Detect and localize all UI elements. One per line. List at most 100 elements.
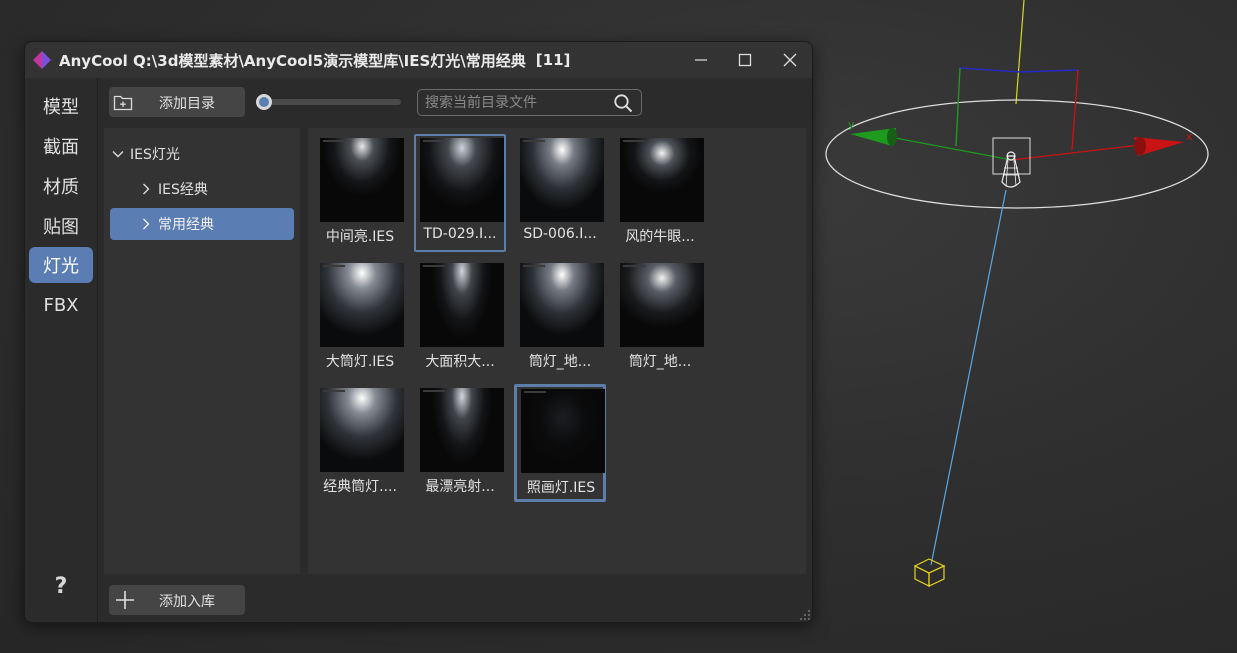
- ies-preview-thumbnail: [521, 389, 605, 473]
- z-axis-line: [1015, 0, 1025, 105]
- ies-file-tile[interactable]: 照画灯.IES: [514, 384, 606, 502]
- title-bar[interactable]: AnyCool Q:\3d模型素材\AnyCool5演示模型库\IES灯光\常用…: [25, 42, 812, 78]
- ies-file-name: SD-006.I...: [523, 226, 597, 242]
- ies-file-tile[interactable]: 大面积大...: [414, 259, 506, 377]
- sidebar-item-light[interactable]: 灯光: [29, 247, 93, 283]
- tree-item-ies-classic[interactable]: IES经典: [140, 173, 292, 205]
- add-to-library-button[interactable]: 添加入库: [109, 585, 245, 615]
- maximize-icon: [738, 53, 752, 67]
- tree-item-label: IES灯光: [130, 147, 180, 163]
- anycool-window: AnyCool Q:\3d模型素材\AnyCool5演示模型库\IES灯光\常用…: [24, 41, 813, 623]
- search-icon[interactable]: [613, 93, 633, 113]
- panel-splitter[interactable]: [300, 128, 308, 574]
- tree-item-ies-lights[interactable]: IES灯光: [112, 138, 292, 170]
- light-beam-preview: [520, 138, 604, 222]
- y-axis-line: [889, 136, 1013, 161]
- ies-file-name: 大面积大...: [425, 354, 495, 370]
- light-target-line: [930, 189, 1007, 566]
- light-beam-preview: [320, 388, 404, 472]
- spot-light-icon[interactable]: [1001, 151, 1021, 188]
- thumbnail-header-mark: [523, 140, 545, 142]
- x-axis-arrow-base: [1134, 137, 1146, 155]
- sidebar-item-material[interactable]: 材质: [29, 168, 93, 204]
- window-title: AnyCool Q:\3d模型素材\AnyCool5演示模型库\IES灯光\常用…: [59, 51, 526, 70]
- thumbnail-size-slider[interactable]: [259, 99, 401, 105]
- anycool-logo-icon: [33, 51, 51, 69]
- plus-icon: [116, 591, 134, 609]
- gizmo-frame-green: [955, 67, 961, 147]
- light-beam-preview: [620, 138, 704, 222]
- ies-preview-thumbnail: [520, 263, 604, 347]
- thumbnail-header-mark: [323, 265, 345, 267]
- ies-file-tile[interactable]: TD-029.I...: [414, 134, 506, 252]
- add-directory-button[interactable]: 添加目录: [109, 87, 245, 117]
- close-icon: [783, 53, 797, 67]
- ies-preview-thumbnail: [620, 138, 704, 222]
- slider-handle[interactable]: [256, 94, 272, 110]
- thumbnail-header-mark: [623, 140, 645, 142]
- ies-file-tile[interactable]: 筒灯_地...: [614, 259, 706, 377]
- chevron-down-icon: [112, 151, 124, 158]
- help-button[interactable]: ?: [49, 574, 73, 599]
- ies-file-tile[interactable]: 筒灯_地...: [514, 259, 606, 377]
- sidebar-item-fbx[interactable]: FBX: [29, 287, 93, 323]
- search-input[interactable]: [425, 93, 605, 113]
- thumbnail-header-mark: [623, 265, 645, 267]
- light-beam-preview: [320, 138, 404, 222]
- gear-icon[interactable]: [49, 621, 71, 623]
- ies-file-name: 筒灯_地...: [628, 354, 692, 370]
- ies-preview-thumbnail: [320, 263, 404, 347]
- light-beam-preview: [521, 389, 605, 473]
- minimize-button[interactable]: [679, 42, 723, 78]
- light-target-box[interactable]: [913, 558, 946, 587]
- thumbnail-header-mark: [524, 391, 546, 393]
- ies-file-name: 经典筒灯....: [323, 479, 397, 495]
- ies-file-tile[interactable]: 大筒灯.IES: [314, 259, 406, 377]
- ies-file-grid: 中间亮.IES TD-029.I... SD-006.I... 风的牛眼... 大筒灯.…: [308, 128, 806, 574]
- light-beam-preview: [420, 388, 504, 472]
- ies-file-tile[interactable]: 风的牛眼...: [614, 134, 706, 252]
- category-sidebar: 模型 截面 材质 贴图 灯光 FBX ?: [25, 78, 98, 623]
- ies-preview-thumbnail: [520, 138, 604, 222]
- add-directory-label: 添加目录: [159, 96, 215, 112]
- ies-file-tile[interactable]: 最漂亮射...: [414, 384, 506, 502]
- sidebar-item-texture[interactable]: 贴图: [29, 208, 93, 244]
- thumbnail-header-mark: [323, 390, 345, 392]
- ies-file-name: 大筒灯.IES: [325, 354, 395, 370]
- light-beam-preview: [520, 263, 604, 347]
- resize-grip-icon[interactable]: [799, 609, 811, 621]
- add-to-library-label: 添加入库: [159, 594, 215, 610]
- sidebar-item-section[interactable]: 截面: [29, 128, 93, 164]
- ies-file-tile[interactable]: 中间亮.IES: [314, 134, 406, 252]
- chevron-right-icon: [143, 183, 150, 195]
- maximize-button[interactable]: [723, 42, 767, 78]
- ies-file-tile[interactable]: 经典筒灯....: [314, 384, 406, 502]
- ies-file-name: 最漂亮射...: [425, 479, 495, 495]
- ies-preview-thumbnail: [320, 138, 404, 222]
- tree-item-common-classic[interactable]: 常用经典: [110, 208, 294, 240]
- ies-preview-thumbnail: [320, 388, 404, 472]
- ies-file-name: 筒灯_地...: [528, 354, 592, 370]
- thumbnail-header-mark: [423, 265, 445, 267]
- y-axis-arrow-base: [887, 128, 897, 146]
- sidebar-item-label: 截面: [43, 137, 79, 158]
- sidebar-item-model[interactable]: 模型: [29, 88, 93, 124]
- add-folder-icon: [113, 95, 133, 111]
- ies-file-tile[interactable]: SD-006.I...: [514, 134, 606, 252]
- sidebar-item-label: 贴图: [43, 217, 79, 238]
- ies-preview-thumbnail: [620, 263, 704, 347]
- gizmo-frame-red: [1071, 69, 1079, 151]
- thumbnail-header-mark: [423, 390, 445, 392]
- light-beam-preview: [420, 138, 504, 222]
- tree-item-label: IES经典: [158, 182, 208, 198]
- light-beam-preview: [320, 263, 404, 347]
- light-beam-preview: [620, 263, 704, 347]
- chevron-right-icon: [143, 218, 150, 230]
- folder-tree: IES灯光 IES经典 常用经典: [104, 128, 300, 574]
- ies-file-name: TD-029.I...: [423, 226, 497, 242]
- sidebar-item-label: 灯光: [43, 256, 79, 277]
- minimize-icon: [695, 59, 707, 61]
- ies-preview-thumbnail: [420, 388, 504, 472]
- ies-file-name: 照画灯.IES: [526, 480, 596, 496]
- close-button[interactable]: [768, 42, 812, 78]
